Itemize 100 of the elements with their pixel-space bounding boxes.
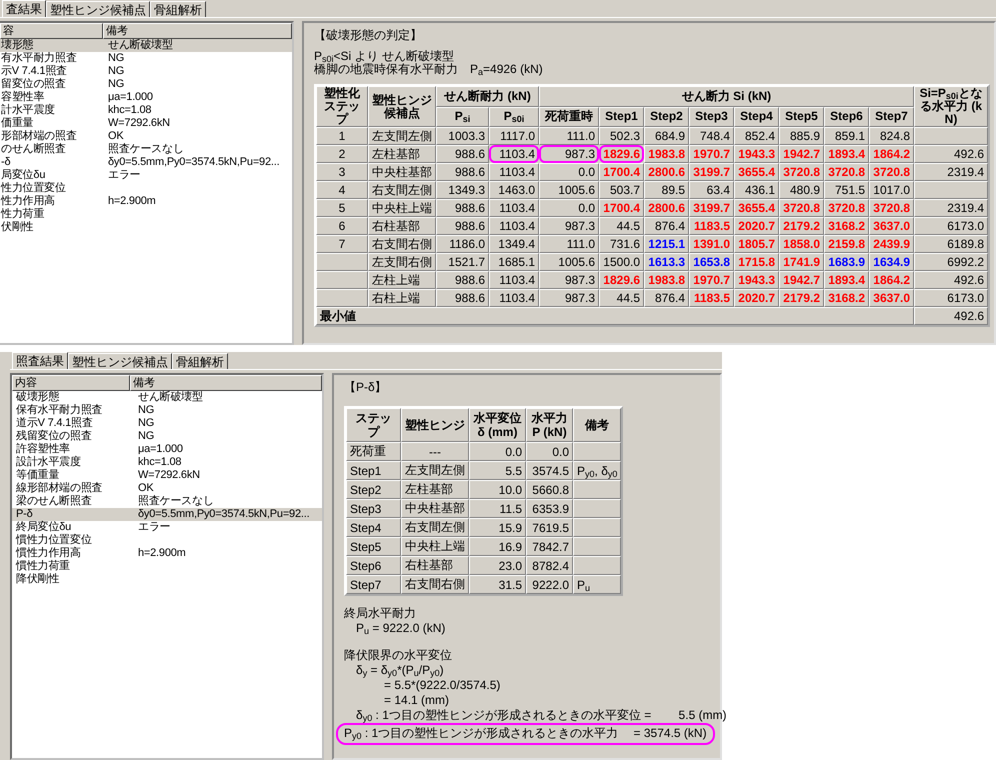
- tab[interactable]: 塑性ヒンジ候補点: [68, 353, 172, 369]
- section-heading: 【破壊形態の判定】: [314, 29, 423, 42]
- list-row[interactable]: 示V 7.4.1照査 NG: [0, 65, 292, 78]
- table-cell: 1983.8: [644, 145, 689, 163]
- list-row[interactable]: のせん断照査 照査ケースなし: [0, 143, 292, 156]
- list-row[interactable]: 慣性力作用高 h=2.900m: [12, 547, 322, 560]
- table-cell: P$_{y0}$, δ$_{y0}$: [573, 461, 622, 480]
- table-cell: 3720.8: [824, 163, 869, 181]
- table-cell: 3199.7: [689, 199, 734, 217]
- list-row[interactable]: 有水平耐力照査 NG: [0, 52, 292, 65]
- list-row[interactable]: 降伏剛性: [12, 573, 322, 586]
- table-cell: 3637.0: [869, 289, 914, 307]
- list-row[interactable]: 性力位置変位: [0, 182, 292, 195]
- table-cell: 7619.5: [526, 518, 573, 537]
- table-cell: 最小値: [316, 307, 914, 325]
- table-cell: 23.0: [469, 556, 526, 575]
- column-header: せん断力 Si (kN): [539, 86, 914, 106]
- note-text: 降伏限界の水平変位: [344, 648, 453, 663]
- note-text: P$_{u}$ = 9222.0 (kN): [355, 621, 446, 636]
- tab[interactable]: 照査結果: [12, 352, 68, 369]
- list-row[interactable]: 等価重量 W=7292.6kN: [12, 469, 322, 482]
- table-cell: 6173.0: [914, 217, 988, 235]
- table-cell: 2020.7: [734, 217, 779, 235]
- list-row[interactable]: 慣性力位置変位: [12, 534, 322, 547]
- list-row[interactable]: 保有水平耐力照査 NG: [12, 404, 322, 417]
- list-row[interactable]: 壊形態 せん断破壊型: [0, 39, 292, 52]
- list-row[interactable]: 伏剛性: [0, 221, 292, 234]
- tab[interactable]: 骨組解析: [150, 1, 206, 17]
- table-cell: 2800.6: [644, 199, 689, 217]
- list-row[interactable]: 慣性力荷重: [12, 560, 322, 573]
- table-cell: 右支間右側: [368, 235, 436, 253]
- table-cell: 2439.9: [869, 235, 914, 253]
- table-cell: 0.0: [469, 442, 526, 461]
- column-header: P$_{si}$: [436, 106, 489, 127]
- table-cell: 3574.5: [526, 461, 573, 480]
- list-row[interactable]: -δ δy0=5.5mm,Py0=3574.5kN,Pu=92...: [0, 156, 292, 169]
- list-row[interactable]: 破壊形態 せん断破壊型: [12, 391, 322, 404]
- column-header: Step3: [689, 106, 734, 127]
- list-row[interactable]: 性力作用高 h=2.900m: [0, 195, 292, 208]
- list-row[interactable]: 形部材端の照査 OK: [0, 130, 292, 143]
- table-cell: 31.5: [469, 575, 526, 594]
- column-header[interactable]: 容: [0, 23, 103, 39]
- list-row[interactable]: 梁のせん断照査 照査ケースなし: [12, 495, 322, 508]
- list-row[interactable]: 設計水平震度 khc=1.08: [12, 456, 322, 469]
- list-row[interactable]: 終局変位δu エラー: [12, 521, 322, 534]
- table-cell: 6173.0: [914, 289, 988, 307]
- table-cell: 15.9: [469, 518, 526, 537]
- table-cell: 1893.4: [824, 145, 869, 163]
- table-cell: 1942.7: [779, 271, 824, 289]
- table-cell: Step2: [346, 480, 401, 499]
- list-row[interactable]: 容塑性率 μa=1.000: [0, 91, 292, 104]
- table-cell: 右支間右側: [401, 575, 469, 594]
- table-cell: 1634.9: [869, 253, 914, 271]
- list-row[interactable]: 局変位δu エラー: [0, 169, 292, 182]
- note-text: δ$_{y0}$ : 1つ目の塑性ヒンジが形成されるときの水平変位 = 5.5 (mm): [355, 708, 728, 723]
- table-cell: 1700.4: [599, 199, 644, 217]
- table-cell: Step4: [346, 518, 401, 537]
- result-text: 橋脚の地震時保有水平耐力 P$_{a}$=4926 (kN): [314, 63, 544, 76]
- table-cell: 2319.4: [914, 199, 988, 217]
- table-cell: 751.5: [824, 181, 869, 199]
- table-cell: 988.6: [436, 271, 489, 289]
- tab[interactable]: 査結果: [2, 0, 46, 17]
- list-row[interactable]: 道示V 7.4.1照査 NG: [12, 417, 322, 430]
- table-cell: 1103.4: [489, 289, 539, 307]
- table-cell: 6: [316, 217, 368, 235]
- table-cell: 3720.8: [779, 199, 824, 217]
- table-cell: 1700.4: [599, 163, 644, 181]
- column-header[interactable]: 備考: [103, 23, 292, 39]
- list-row[interactable]: 計水平震度 khc=1.08: [0, 104, 292, 117]
- table-cell: 0.0: [539, 199, 599, 217]
- list-row[interactable]: 性力荷重: [0, 208, 292, 221]
- table-cell: 中央柱基部: [368, 163, 436, 181]
- table-cell: 3720.8: [779, 163, 824, 181]
- table-cell: 824.8: [869, 127, 914, 145]
- table-cell: 1017.0: [869, 181, 914, 199]
- table-cell: 1103.4: [489, 271, 539, 289]
- list-row[interactable]: 価重量 W=7292.6kN: [0, 117, 292, 130]
- tab[interactable]: 骨組解析: [172, 353, 228, 369]
- table-cell: 111.0: [539, 127, 599, 145]
- table-cell: 1715.8: [734, 253, 779, 271]
- column-header: 備考: [573, 408, 622, 442]
- table-cell: Step7: [346, 575, 401, 594]
- table-cell: 3655.4: [734, 163, 779, 181]
- table-cell: Step5: [346, 537, 401, 556]
- column-header[interactable]: 内容: [12, 375, 130, 391]
- tab[interactable]: 塑性ヒンジ候補点: [46, 1, 150, 17]
- list-row[interactable]: 許容塑性率 μa=1.000: [12, 443, 322, 456]
- table-cell: 1215.1: [644, 235, 689, 253]
- list-row[interactable]: P-δ δy0=5.5mm,Py0=3574.5kN,Pu=92...: [12, 508, 322, 521]
- list-row[interactable]: 残留変位の照査 NG: [12, 430, 322, 443]
- table-cell: 16.9: [469, 537, 526, 556]
- table-cell: 3720.8: [824, 199, 869, 217]
- section-heading: 【P-δ】: [344, 381, 388, 394]
- table-cell: 1942.7: [779, 145, 824, 163]
- table-cell: 1829.6: [599, 271, 644, 289]
- list-row[interactable]: 線形部材端の照査 OK: [12, 482, 322, 495]
- column-header[interactable]: 備考: [130, 375, 322, 391]
- column-header: せん断耐力 (kN): [436, 86, 539, 106]
- table-cell: 6353.9: [526, 499, 573, 518]
- list-row[interactable]: 留変位の照査 NG: [0, 78, 292, 91]
